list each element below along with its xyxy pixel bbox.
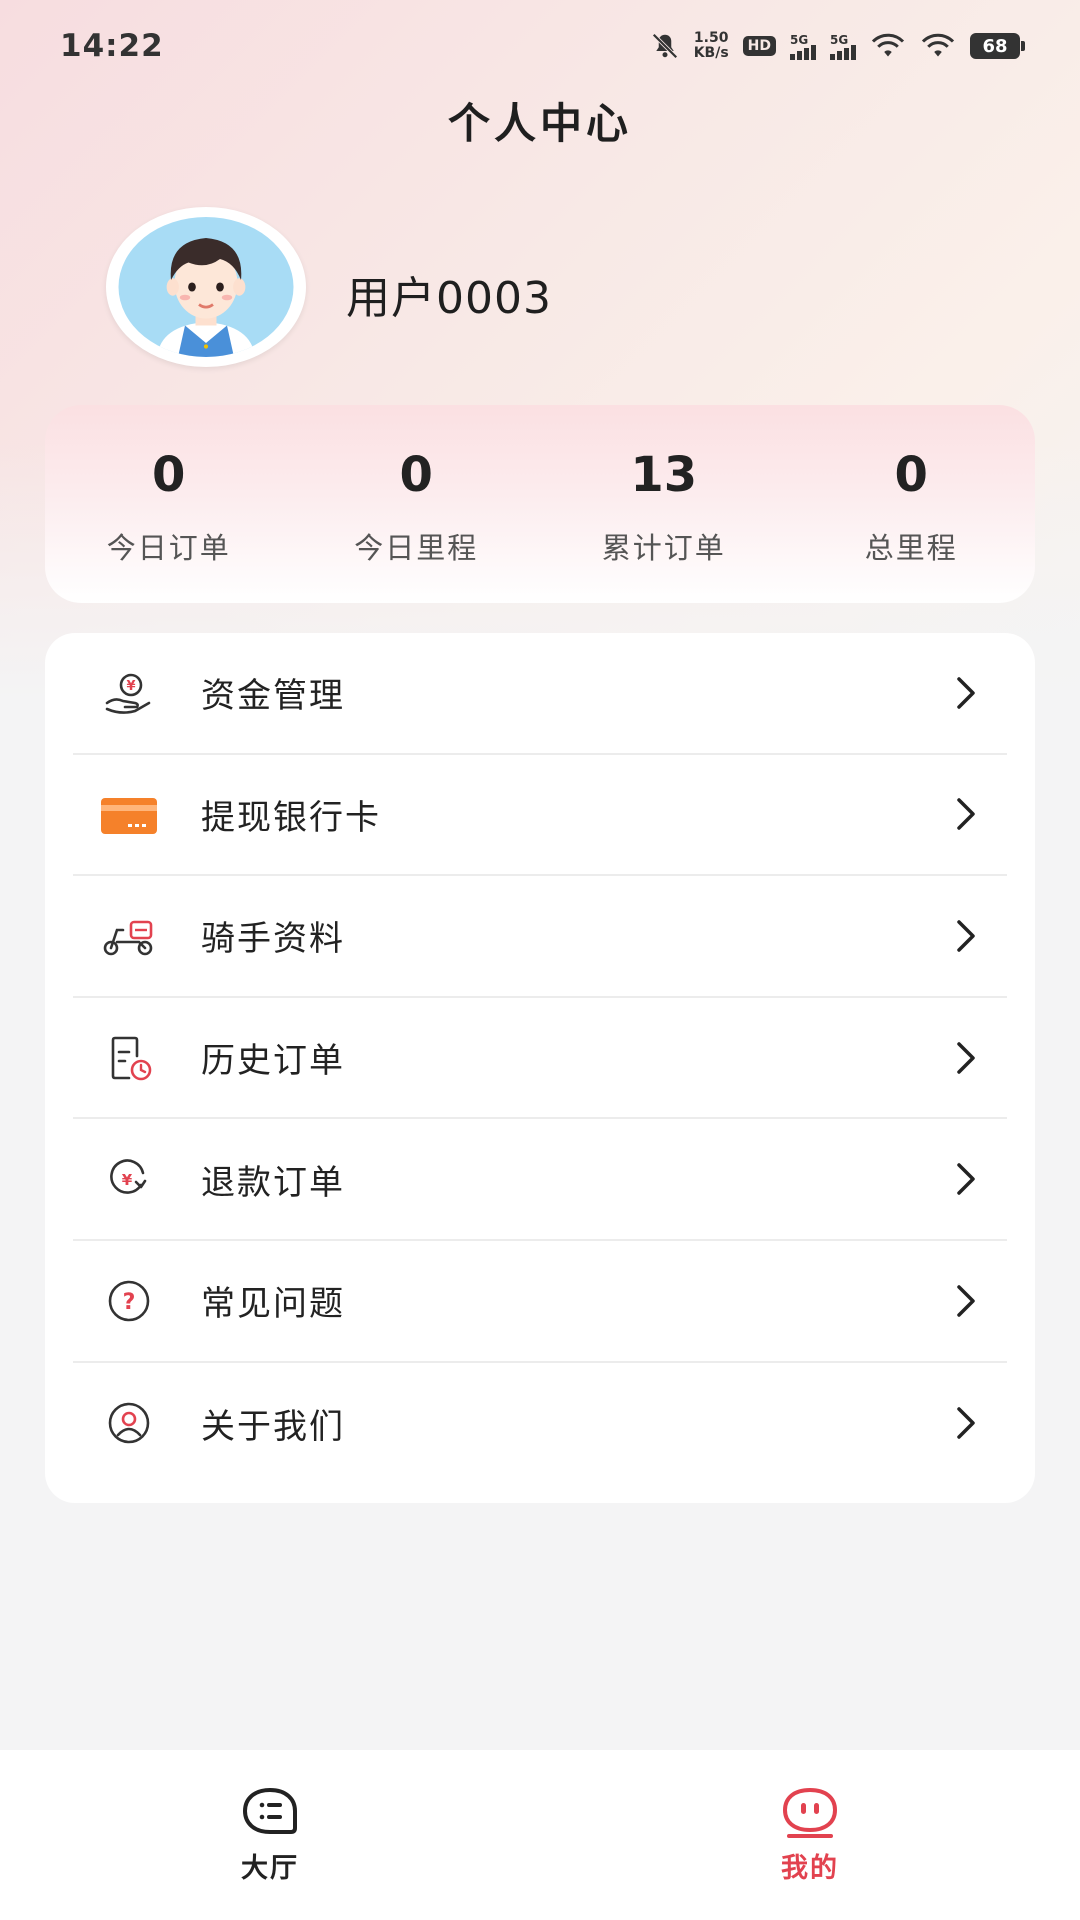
stat-today-mileage[interactable]: 0 今日里程 xyxy=(293,405,541,603)
menu-label: 资金管理 xyxy=(201,676,345,717)
stat-total-orders[interactable]: 13 累计订单 xyxy=(540,405,788,603)
stat-value: 13 xyxy=(630,447,698,503)
chevron-right-icon xyxy=(957,920,975,952)
chevron-right-icon xyxy=(957,1163,975,1195)
nav-tab-mine[interactable]: 我的 xyxy=(540,1750,1080,1920)
menu-item-about-us[interactable]: 关于我们 xyxy=(73,1363,1007,1485)
chevron-right-icon xyxy=(957,798,975,831)
menu-label: 常见问题 xyxy=(201,1284,345,1325)
svg-text:?: ? xyxy=(123,1290,136,1315)
nav-label: 大厅 xyxy=(241,1853,299,1884)
stat-label: 今日订单 xyxy=(106,531,231,565)
avatar[interactable] xyxy=(106,207,306,367)
hd-icon: HD xyxy=(742,36,776,56)
stat-value: 0 xyxy=(894,447,928,503)
money-hand-icon: ¥ xyxy=(105,673,151,714)
stat-value: 0 xyxy=(399,447,433,503)
signal-icon: 5G xyxy=(790,33,816,60)
status-time: 14:22 xyxy=(60,28,164,64)
nav-label: 我的 xyxy=(781,1853,839,1884)
stat-total-mileage[interactable]: 0 总里程 xyxy=(788,405,1036,603)
username: 用户0003 xyxy=(346,273,552,324)
net-speed: 1.50 KB/s xyxy=(693,30,729,61)
boy-avatar-icon xyxy=(118,217,294,357)
battery-icon: 68 xyxy=(970,33,1025,59)
mine-icon xyxy=(782,1787,838,1838)
stats-card: 0 今日订单 0 今日里程 13 累计订单 0 总里程 xyxy=(45,405,1035,603)
hall-icon xyxy=(243,1788,297,1834)
chevron-right-icon xyxy=(957,1285,975,1317)
page-title: 个人中心 xyxy=(447,99,632,148)
bank-card-icon xyxy=(101,798,157,835)
menu-label: 提现银行卡 xyxy=(201,797,381,838)
chevron-right-icon xyxy=(957,1041,975,1074)
status-icons: 1.50 KB/s HD 5G 5G 68 xyxy=(650,30,1025,61)
menu-card: ¥ 资金管理 提现银行卡 骑手资料 历史订单 ¥ 退款订单 ? 常见问题 关于我… xyxy=(45,633,1035,1503)
chevron-right-icon xyxy=(957,1407,975,1440)
status-bar: 14:22 1.50 KB/s HD 5G 5G 68 xyxy=(0,0,1080,92)
menu-item-faq[interactable]: ? 常见问题 xyxy=(73,1241,1007,1363)
svg-text:¥: ¥ xyxy=(126,679,135,694)
menu-label: 退款订单 xyxy=(201,1162,345,1203)
menu-item-bank-card[interactable]: 提现银行卡 xyxy=(73,755,1007,877)
stat-label: 总里程 xyxy=(864,531,958,565)
menu-item-refund-orders[interactable]: ¥ 退款订单 xyxy=(73,1119,1007,1241)
mute-bell-icon xyxy=(652,33,678,59)
menu-item-funds[interactable]: ¥ 资金管理 xyxy=(73,633,1007,755)
wifi-icon xyxy=(871,33,905,57)
stat-value: 0 xyxy=(152,447,186,503)
nav-tab-hall[interactable]: 大厅 xyxy=(0,1750,540,1920)
signal-icon-2: 5G xyxy=(830,33,856,60)
svg-text:¥: ¥ xyxy=(122,1171,133,1189)
scooter-icon xyxy=(103,920,153,956)
bottom-nav: 大厅 我的 xyxy=(0,1750,1080,1920)
menu-item-history-orders[interactable]: 历史订单 xyxy=(73,998,1007,1120)
menu-label: 历史订单 xyxy=(201,1041,345,1082)
question-icon: ? xyxy=(108,1280,150,1322)
menu-label: 关于我们 xyxy=(201,1406,345,1447)
menu-item-rider-profile[interactable]: 骑手资料 xyxy=(73,876,1007,998)
stat-label: 今日里程 xyxy=(354,531,479,565)
refund-icon: ¥ xyxy=(110,1159,147,1195)
menu-label: 骑手资料 xyxy=(201,919,345,960)
history-order-icon xyxy=(111,1036,152,1080)
user-circle-icon xyxy=(108,1403,150,1444)
stat-today-orders[interactable]: 0 今日订单 xyxy=(45,405,293,603)
stat-label: 累计订单 xyxy=(601,531,726,565)
chevron-right-icon xyxy=(957,677,975,709)
wifi-icon-2 xyxy=(921,33,955,57)
